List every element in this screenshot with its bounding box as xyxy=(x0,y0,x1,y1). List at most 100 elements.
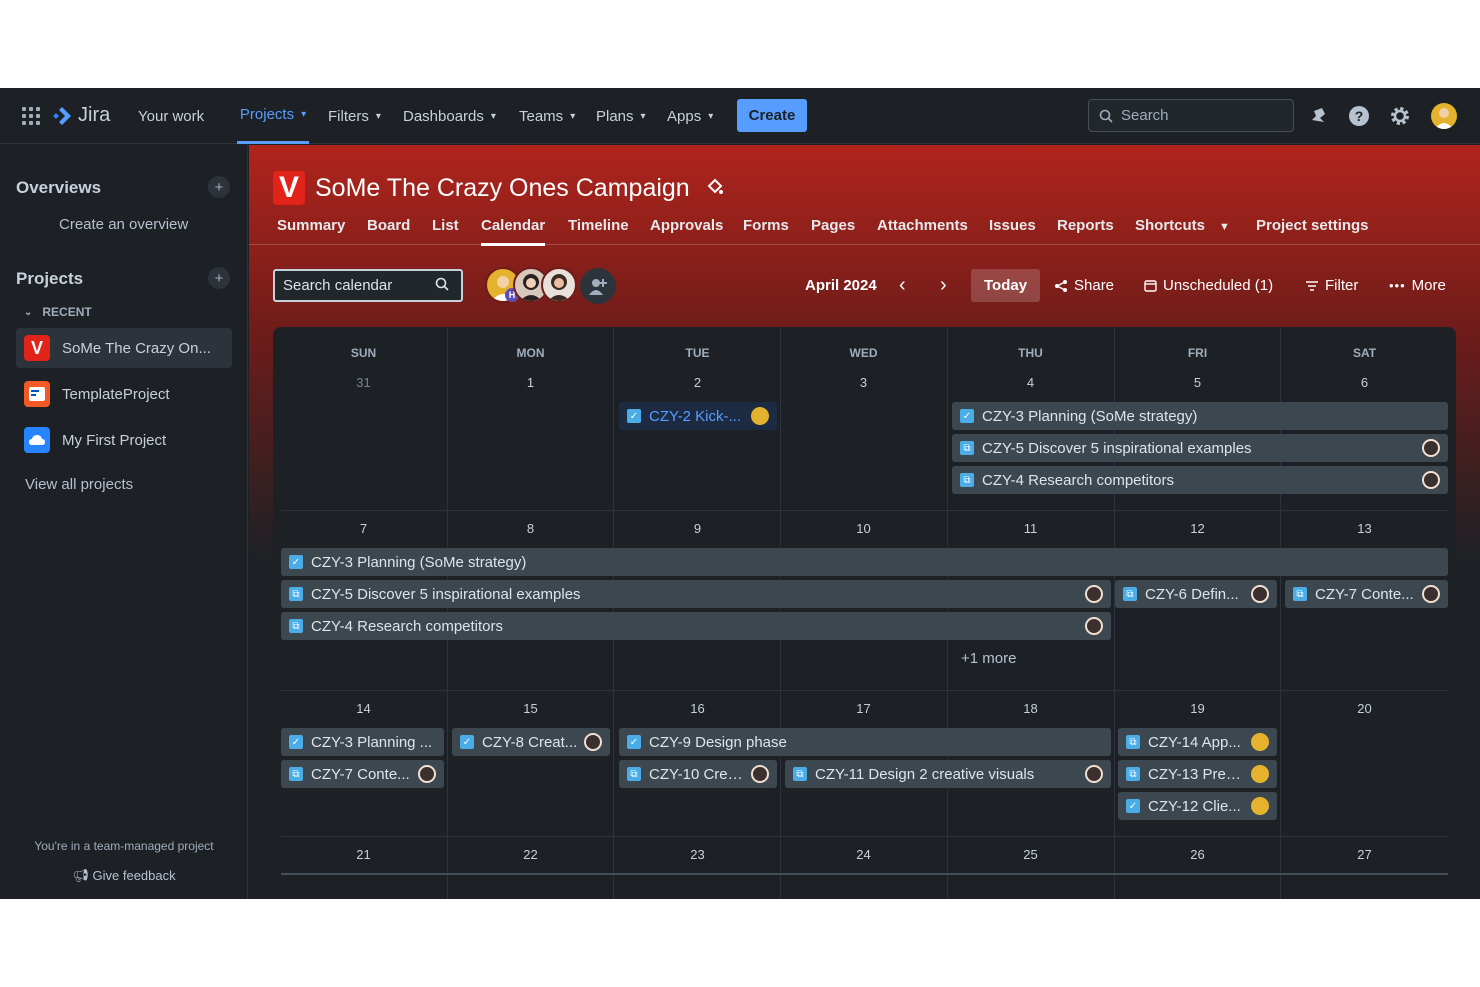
tab-shortcuts[interactable]: Shortcuts ▼ xyxy=(1135,217,1230,246)
tab-approvals[interactable]: Approvals xyxy=(650,217,723,246)
calendar-event[interactable]: ⧉ CZY-7 Conte... xyxy=(1285,580,1448,608)
calendar-event[interactable]: ✓ CZY-8 Creat... xyxy=(452,728,610,756)
day-number[interactable]: 10 xyxy=(780,521,947,536)
sidebar-project-first[interactable]: My First Project xyxy=(16,420,232,460)
tab-list[interactable]: List xyxy=(432,217,459,246)
add-project-plus-icon[interactable]: + xyxy=(208,267,230,289)
tab-reports[interactable]: Reports xyxy=(1057,217,1114,246)
help-icon[interactable]: ? xyxy=(1347,104,1371,128)
calendar-event[interactable]: ⧉ CZY-7 Conte... xyxy=(281,760,444,788)
calendar-event[interactable]: ✓ CZY-12 Clie... xyxy=(1118,792,1277,820)
tab-calendar[interactable]: Calendar xyxy=(481,217,546,246)
unscheduled-button[interactable]: Unscheduled (1) xyxy=(1144,269,1273,302)
jira-logo[interactable]: Jira xyxy=(52,104,110,127)
sidebar-project-some[interactable]: V SoMe The Crazy On... xyxy=(16,328,232,368)
day-number[interactable]: 4 xyxy=(947,375,1114,390)
tab-issues[interactable]: Issues xyxy=(989,217,1036,246)
nav-your-work[interactable]: Your work xyxy=(138,88,204,144)
today-button[interactable]: Today xyxy=(971,269,1041,302)
calendar-event[interactable]: ✓ CZY-3 Planning ... xyxy=(281,728,444,756)
tab-pages[interactable]: Pages xyxy=(811,217,855,246)
day-number[interactable]: 17 xyxy=(780,701,947,716)
nav-teams[interactable]: Teams ▾ xyxy=(519,88,575,144)
day-number[interactable]: 1 xyxy=(447,375,614,390)
recent-section-toggle[interactable]: ⌄ RECENT xyxy=(24,305,92,319)
tab-summary[interactable]: Summary xyxy=(277,217,345,246)
calendar-event[interactable]: ✓ CZY-2 Kick-... xyxy=(619,402,777,430)
day-number[interactable]: 11 xyxy=(947,521,1114,536)
calendar-event[interactable]: ⧉ CZY-5 Discover 5 inspirational example… xyxy=(952,434,1448,462)
day-number[interactable]: 20 xyxy=(1281,701,1448,716)
day-number[interactable]: 8 xyxy=(447,521,614,536)
user-avatar[interactable] xyxy=(1431,103,1457,129)
create-overview-link[interactable]: Create an overview xyxy=(59,216,188,233)
tab-board[interactable]: Board xyxy=(367,217,410,246)
tab-attachments[interactable]: Attachments xyxy=(877,217,968,246)
day-number[interactable]: 6 xyxy=(1281,375,1448,390)
share-button[interactable]: Share xyxy=(1054,269,1114,302)
day-number[interactable]: 19 xyxy=(1114,701,1281,716)
nav-label: Teams xyxy=(519,107,564,125)
tab-project-settings[interactable]: Project settings xyxy=(1256,217,1369,246)
day-number[interactable]: 18 xyxy=(947,701,1114,716)
day-number[interactable]: 5 xyxy=(1114,375,1281,390)
sidebar-project-template[interactable]: TemplateProject xyxy=(16,374,232,414)
filter-icon xyxy=(1306,280,1318,291)
day-number[interactable]: 21 xyxy=(280,847,447,862)
notifications-icon[interactable] xyxy=(1306,104,1330,128)
calendar-event[interactable]: ⧉ CZY-10 Crea... xyxy=(619,760,777,788)
nav-filters[interactable]: Filters ▾ xyxy=(328,88,381,144)
task-checkbox-icon: ✓ xyxy=(1126,799,1140,813)
calendar-event[interactable]: ⧉ CZY-6 Defin... xyxy=(1115,580,1277,608)
calendar-event[interactable]: ✓ CZY-9 Design phase xyxy=(619,728,1111,756)
day-number[interactable]: 14 xyxy=(280,701,447,716)
nav-dashboards[interactable]: Dashboards ▾ xyxy=(403,88,496,144)
calendar-search-input[interactable]: Search calendar xyxy=(273,269,463,302)
previous-month-chevron-left-icon[interactable]: ‹ xyxy=(899,269,906,302)
filter-button[interactable]: Filter xyxy=(1305,269,1358,302)
view-all-projects-link[interactable]: View all projects xyxy=(25,476,133,493)
nav-projects[interactable]: Projects ▾ xyxy=(237,88,309,144)
add-people-icon[interactable] xyxy=(580,268,616,304)
nav-apps[interactable]: Apps ▾ xyxy=(667,88,713,144)
app-switcher-icon[interactable] xyxy=(22,107,40,125)
more-events-link[interactable]: +1 more xyxy=(961,650,1016,667)
day-number[interactable]: 9 xyxy=(614,521,781,536)
add-overview-plus-icon[interactable]: + xyxy=(208,176,230,198)
calendar-event[interactable]: ⧉ CZY-13 Pres... xyxy=(1118,760,1277,788)
day-number[interactable]: 13 xyxy=(1281,521,1448,536)
day-number[interactable]: 15 xyxy=(447,701,614,716)
tab-timeline[interactable]: Timeline xyxy=(568,217,629,246)
more-button[interactable]: ••• More xyxy=(1389,269,1446,302)
nav-label: Filters xyxy=(328,107,369,125)
day-number[interactable]: 31 xyxy=(280,375,447,390)
paint-bucket-icon[interactable] xyxy=(706,177,724,200)
nav-plans[interactable]: Plans ▾ xyxy=(596,88,646,144)
tab-forms[interactable]: Forms xyxy=(743,217,789,246)
day-number[interactable]: 3 xyxy=(780,375,947,390)
create-button[interactable]: Create xyxy=(737,99,807,132)
calendar-event[interactable]: ⧉ CZY-4 Research competitors xyxy=(952,466,1448,494)
global-search-input[interactable]: Search xyxy=(1088,99,1294,132)
calendar-event[interactable]: ✓ CZY-3 Planning (SoMe strategy) xyxy=(952,402,1448,430)
day-number[interactable]: 7 xyxy=(280,521,447,536)
next-month-chevron-right-icon[interactable]: › xyxy=(940,269,947,302)
calendar-event[interactable]: ⧉ CZY-5 Discover 5 inspirational example… xyxy=(281,580,1111,608)
task-checkbox-icon: ✓ xyxy=(627,735,641,749)
calendar-event[interactable]: ⧉ CZY-14 App... xyxy=(1118,728,1277,756)
day-number[interactable]: 24 xyxy=(780,847,947,862)
day-number[interactable]: 12 xyxy=(1114,521,1281,536)
assignee-avatar[interactable] xyxy=(541,267,577,303)
calendar-event[interactable]: ⧉ CZY-11 Design 2 creative visuals xyxy=(785,760,1111,788)
day-number[interactable]: 23 xyxy=(614,847,781,862)
give-feedback-link[interactable]: 📢︎ Give feedback xyxy=(0,868,248,884)
day-number[interactable]: 16 xyxy=(614,701,781,716)
day-number[interactable]: 27 xyxy=(1281,847,1448,862)
day-number[interactable]: 22 xyxy=(447,847,614,862)
calendar-event[interactable]: ⧉ CZY-4 Research competitors xyxy=(281,612,1111,640)
day-number[interactable]: 25 xyxy=(947,847,1114,862)
day-number[interactable]: 2 xyxy=(614,375,781,390)
calendar-event[interactable]: ✓ CZY-3 Planning (SoMe strategy) xyxy=(281,548,1448,576)
settings-gear-icon[interactable] xyxy=(1388,104,1412,128)
day-number[interactable]: 26 xyxy=(1114,847,1281,862)
